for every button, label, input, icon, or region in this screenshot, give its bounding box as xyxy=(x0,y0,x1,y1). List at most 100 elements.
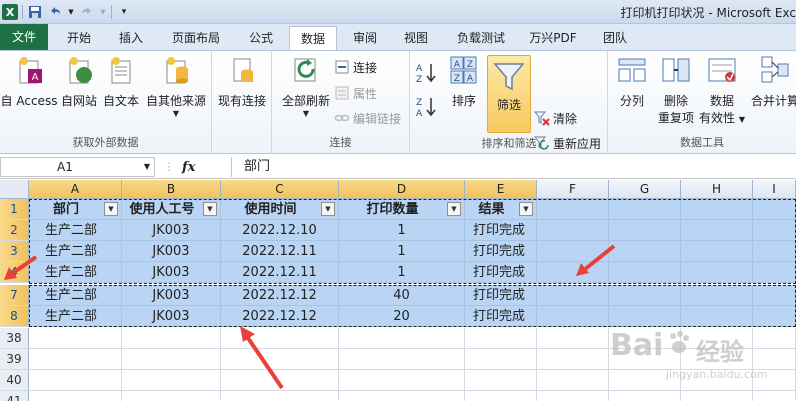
cell[interactable]: 生产二部 xyxy=(29,262,122,283)
cell[interactable] xyxy=(221,349,339,370)
tab-review[interactable]: 审阅 xyxy=(342,26,388,50)
cell[interactable]: 结果 ▼ xyxy=(465,199,537,220)
cell[interactable]: JK003 xyxy=(122,241,221,262)
cell[interactable] xyxy=(753,391,796,401)
data-validation-button[interactable]: 数据 有效性 ▼ xyxy=(698,55,746,126)
name-box[interactable]: A1 ▼ xyxy=(0,157,155,177)
column-header[interactable]: H xyxy=(681,180,753,199)
cell[interactable]: 打印完成 xyxy=(465,241,537,262)
cell[interactable] xyxy=(537,391,609,401)
cell[interactable] xyxy=(681,241,753,262)
cell[interactable] xyxy=(537,241,609,262)
tab-page-layout[interactable]: 页面布局 xyxy=(160,26,232,50)
cell[interactable] xyxy=(681,370,753,391)
cell[interactable] xyxy=(681,349,753,370)
chevron-down-icon[interactable]: ▼ xyxy=(144,158,150,176)
cell[interactable] xyxy=(753,328,796,349)
save-icon[interactable] xyxy=(27,4,43,20)
cell[interactable]: 2022.12.11 xyxy=(221,262,339,283)
cell[interactable]: 2022.12.12 xyxy=(221,306,339,327)
cell[interactable]: 使用时间 ▼ xyxy=(221,199,339,220)
cell[interactable] xyxy=(221,328,339,349)
cell[interactable] xyxy=(29,391,122,401)
row-header[interactable]: 39 xyxy=(0,349,29,370)
cell[interactable] xyxy=(753,220,796,241)
filter-dropdown-icon[interactable]: ▼ xyxy=(321,202,335,216)
existing-connections-button[interactable]: 现有连接 xyxy=(214,55,270,109)
cell[interactable] xyxy=(29,370,122,391)
column-header[interactable]: E xyxy=(465,180,537,199)
cell[interactable] xyxy=(609,199,681,220)
clear-filter-button[interactable]: 清除 xyxy=(534,108,577,128)
undo-icon[interactable] xyxy=(47,4,63,20)
from-access-button[interactable]: A 自 Access xyxy=(0,55,58,109)
cell[interactable] xyxy=(339,391,465,401)
cell[interactable] xyxy=(609,262,681,283)
cell[interactable] xyxy=(339,349,465,370)
sort-button[interactable]: AZZA 排序 xyxy=(444,55,484,109)
row-header[interactable]: 4 xyxy=(0,262,29,283)
connections-button[interactable]: 连接 xyxy=(334,57,377,77)
cell[interactable] xyxy=(609,391,681,401)
from-text-button[interactable]: 自文本 xyxy=(100,55,142,109)
row-header[interactable]: 40 xyxy=(0,370,29,391)
remove-duplicates-button[interactable]: 删除 重复项 xyxy=(654,55,698,126)
tab-file[interactable]: 文件 xyxy=(0,24,48,50)
cell[interactable]: 生产二部 xyxy=(29,220,122,241)
cell[interactable]: 生产二部 xyxy=(29,285,122,306)
cell[interactable] xyxy=(465,349,537,370)
cell[interactable] xyxy=(681,262,753,283)
row-header[interactable]: 3 xyxy=(0,241,29,262)
cell[interactable] xyxy=(609,370,681,391)
cell[interactable] xyxy=(221,370,339,391)
cell[interactable] xyxy=(609,220,681,241)
cell[interactable]: 打印完成 xyxy=(465,285,537,306)
cell[interactable]: 打印完成 xyxy=(465,306,537,327)
cell[interactable] xyxy=(753,241,796,262)
chevron-down-icon[interactable]: ▼ xyxy=(99,4,107,20)
cell[interactable] xyxy=(753,370,796,391)
column-header[interactable]: I xyxy=(753,180,796,199)
cell[interactable]: 2022.12.10 xyxy=(221,220,339,241)
tab-team[interactable]: 团队 xyxy=(592,26,638,50)
cell[interactable] xyxy=(537,262,609,283)
cell[interactable] xyxy=(753,199,796,220)
tab-load-test[interactable]: 负载测试 xyxy=(446,26,516,50)
text-to-columns-button[interactable]: 分列 xyxy=(610,55,654,109)
cell[interactable] xyxy=(537,328,609,349)
cell[interactable]: 打印完成 xyxy=(465,220,537,241)
cell[interactable] xyxy=(537,220,609,241)
cell[interactable] xyxy=(753,349,796,370)
cell[interactable]: 2022.12.11 xyxy=(221,241,339,262)
cell[interactable] xyxy=(609,306,681,327)
cell[interactable]: JK003 xyxy=(122,220,221,241)
cell[interactable] xyxy=(221,391,339,401)
cell[interactable] xyxy=(537,285,609,306)
cell[interactable] xyxy=(537,306,609,327)
excel-app-icon[interactable]: X xyxy=(2,4,18,20)
column-header[interactable]: B xyxy=(122,180,221,199)
cell[interactable] xyxy=(681,328,753,349)
from-other-sources-button[interactable]: 自其他来源 ▼ xyxy=(142,55,210,118)
cell[interactable]: 1 xyxy=(339,241,465,262)
cell[interactable] xyxy=(339,370,465,391)
from-web-button[interactable]: 自网站 xyxy=(58,55,100,109)
row-header[interactable]: 7 xyxy=(0,285,29,306)
cell[interactable]: JK003 xyxy=(122,306,221,327)
cell[interactable] xyxy=(753,306,796,327)
tab-home[interactable]: 开始 xyxy=(56,26,102,50)
cell[interactable] xyxy=(609,285,681,306)
cell[interactable] xyxy=(609,328,681,349)
select-all-button[interactable] xyxy=(0,180,29,199)
cell[interactable]: 40 xyxy=(339,285,465,306)
resize-handle-icon[interactable]: ⋮ xyxy=(164,162,174,173)
column-header[interactable]: C xyxy=(221,180,339,199)
cell[interactable] xyxy=(537,199,609,220)
tab-wondershare-pdf[interactable]: 万兴PDF xyxy=(522,26,584,50)
cell[interactable] xyxy=(122,391,221,401)
cell[interactable] xyxy=(122,328,221,349)
tab-view[interactable]: 视图 xyxy=(393,26,439,50)
chevron-down-icon[interactable]: ▼ xyxy=(67,4,75,20)
refresh-all-button[interactable]: 全部刷新 ▼ xyxy=(276,55,336,118)
filter-dropdown-icon[interactable]: ▼ xyxy=(519,202,533,216)
